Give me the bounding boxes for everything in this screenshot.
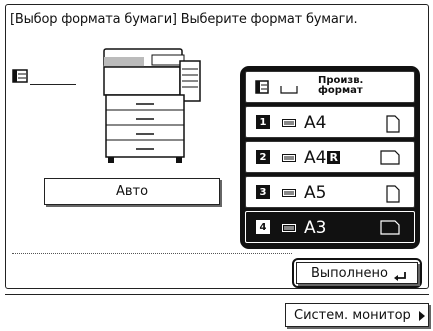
cassette-icon [282,224,296,232]
drawer-number: 4 [256,220,270,234]
landscape-icon [380,150,400,165]
drawer-number: 2 [256,150,270,164]
drawer-number: 3 [256,185,270,199]
done-label: Выполнено [311,265,388,281]
paper-select-screen: [Выбор формата бумаги] Выберите формат б… [5,4,429,289]
paper-size-label: A4 R [304,148,340,168]
status-bar: Систем. монитор [5,289,429,327]
paper-size-label: A3 [304,218,327,238]
paper-size-label: A4 [304,113,327,133]
cassette-icon [282,189,296,197]
portrait-icon [386,115,400,133]
paper-option-1[interactable]: 1 A4 [245,106,415,138]
portrait-icon [386,185,400,203]
auto-button[interactable]: Авто [44,178,220,205]
copier-illustration [103,48,201,163]
drawer-number: 1 [256,115,270,129]
paper-size-label: A5 [304,183,327,203]
bypass-tray-icon [280,86,298,94]
paper-option-multipurpose[interactable]: Произв. формат [245,71,415,103]
tray-indicator-icon [12,69,28,83]
arrow-right-icon [419,311,425,321]
multipurpose-label: Произв. формат [318,76,363,96]
enter-icon [394,272,406,281]
system-monitor-label: Систем. монитор [294,307,411,323]
paper-size-panel: Произв. формат 1 A4 2 A4 R 3 A5 4 A3 [240,66,420,249]
status-bar-divider [5,294,429,295]
paper-option-3[interactable]: 3 A5 [245,176,415,208]
rotated-badge: R [327,151,340,164]
divider [12,253,292,254]
system-monitor-button[interactable]: Систем. монитор [285,303,429,327]
paper-option-4[interactable]: 4 A3 [245,211,415,243]
paper-option-2[interactable]: 2 A4 R [245,141,415,173]
multipurpose-label-line2: формат [318,85,363,96]
cassette-icon [282,119,296,127]
paper-size-text: A4 [304,148,327,168]
tray-icon [255,80,269,94]
landscape-icon [380,220,400,235]
cassette-icon [282,154,296,162]
tray-indicator-line [30,84,76,85]
done-button-face[interactable]: Выполнено [296,262,418,284]
page-title: [Выбор формата бумаги] Выберите формат б… [10,12,358,27]
done-button[interactable]: Выполнено [292,258,422,288]
